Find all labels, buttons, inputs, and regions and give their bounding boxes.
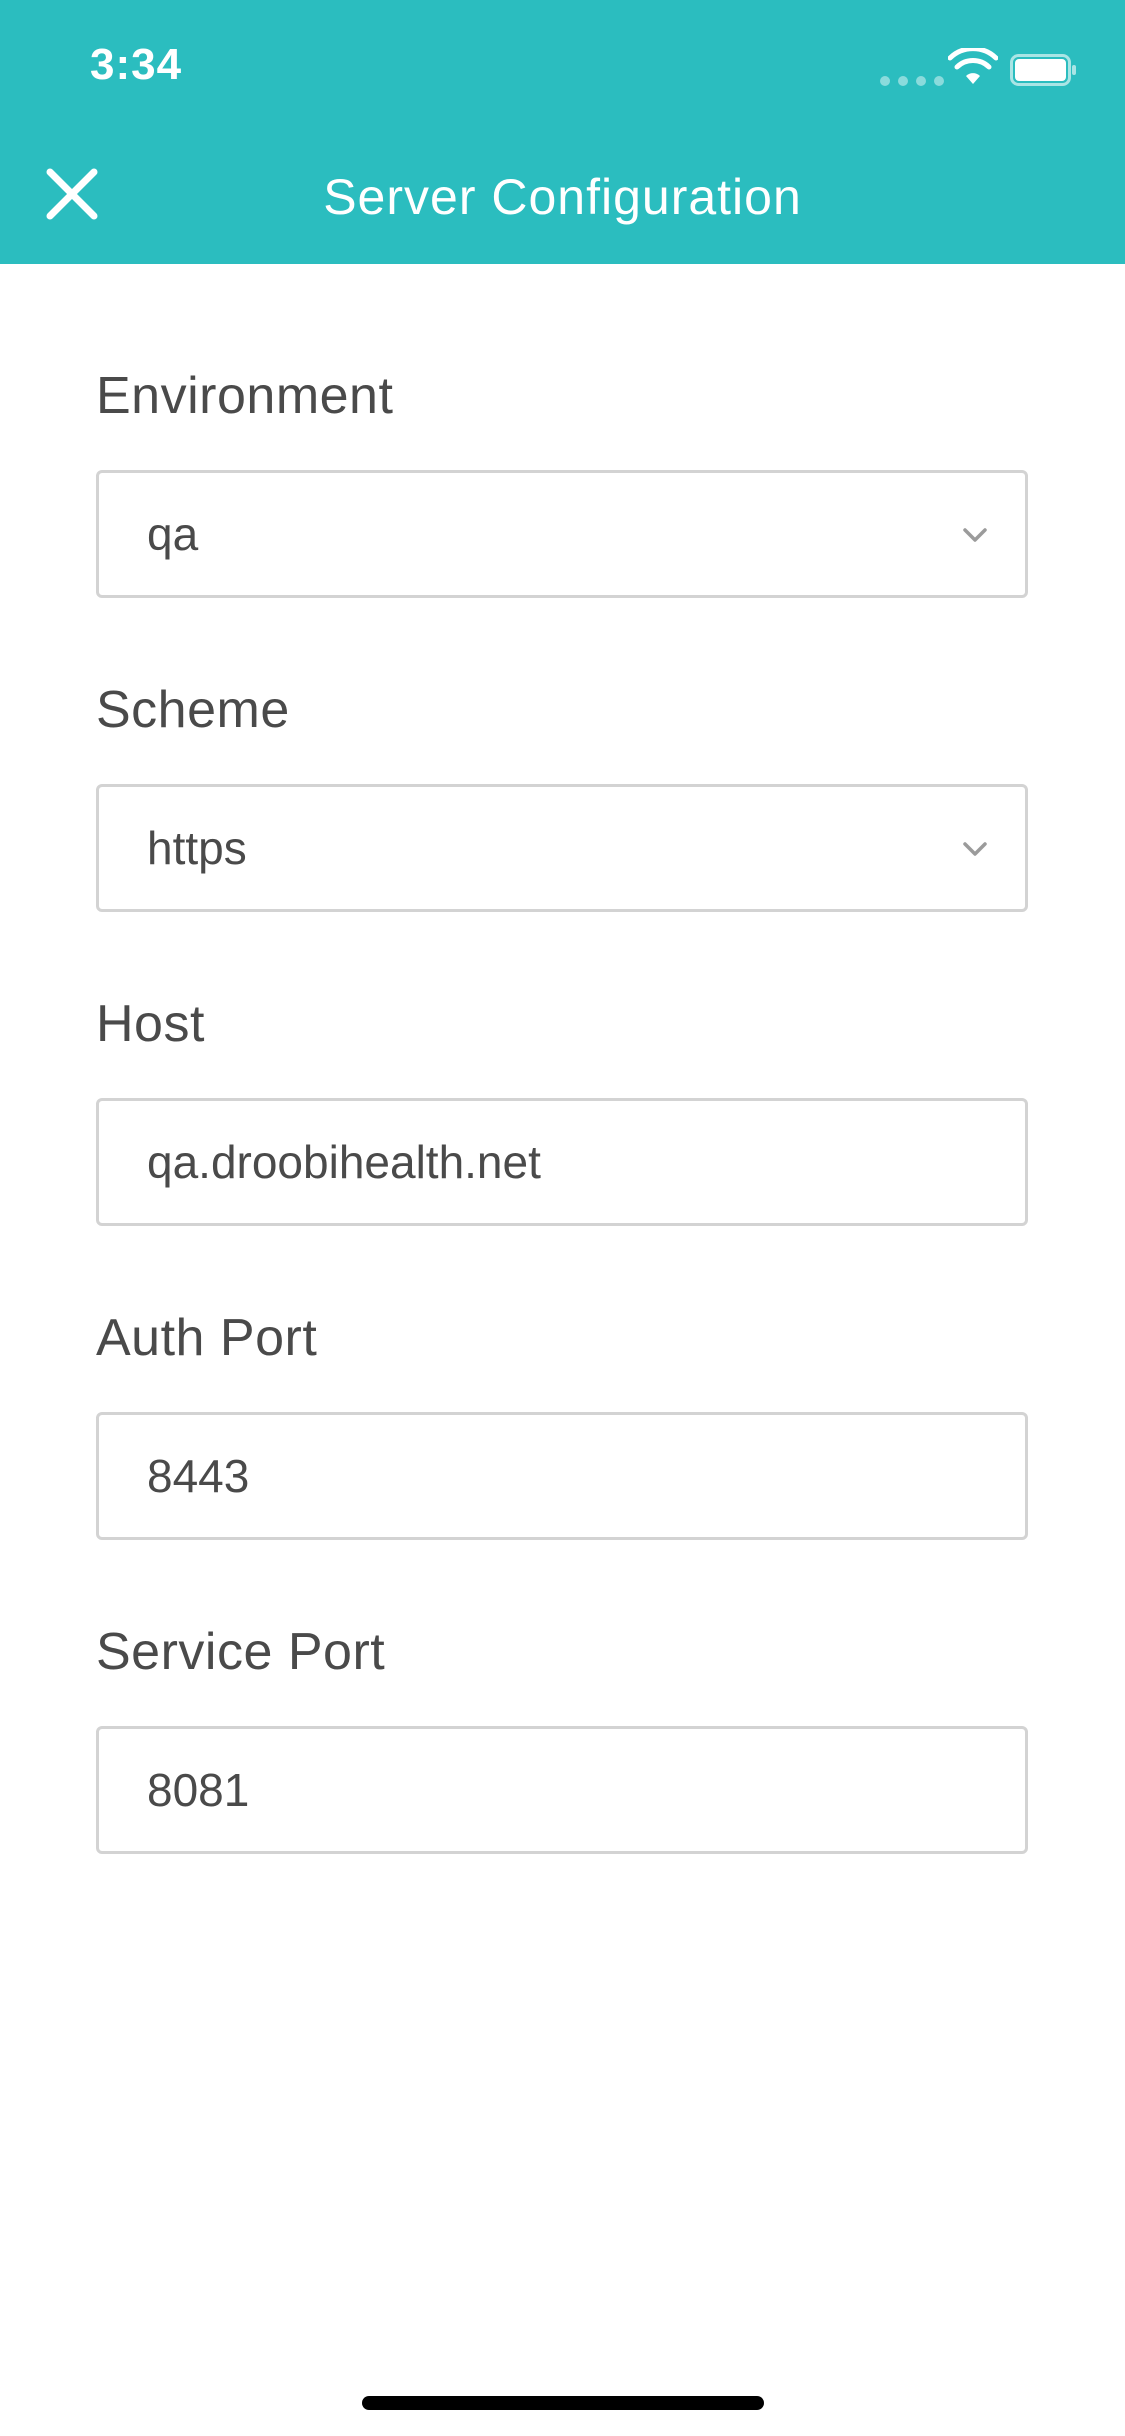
scheme-select[interactable]: https (96, 784, 1028, 912)
service-port-input[interactable]: 8081 (96, 1726, 1028, 1854)
auth-port-input[interactable]: 8443 (96, 1412, 1028, 1540)
page-title: Server Configuration (323, 169, 802, 225)
host-label: Host (96, 995, 205, 1053)
service-port-label: Service Port (96, 1623, 386, 1681)
host-input[interactable]: qa.droobihealth.net (96, 1098, 1028, 1226)
host-value: qa.droobihealth.net (147, 1136, 541, 1188)
environment-label: Environment (96, 367, 394, 425)
wifi-icon (948, 48, 998, 84)
app-header: 3:34 Server Configuration (0, 0, 1125, 264)
battery-icon (1010, 54, 1076, 86)
scheme-value: https (147, 822, 247, 874)
auth-port-label: Auth Port (96, 1309, 318, 1367)
chevron-down-icon (963, 528, 987, 542)
home-indicator (362, 2396, 764, 2410)
environment-select[interactable]: qa (96, 470, 1028, 598)
status-time: 3:34 (90, 40, 183, 89)
scheme-label: Scheme (96, 681, 290, 739)
auth-port-value: 8443 (147, 1450, 250, 1502)
environment-value: qa (147, 508, 199, 560)
signal-dots-icon (880, 76, 944, 86)
service-port-value: 8081 (147, 1764, 250, 1816)
chevron-down-icon (963, 842, 987, 856)
